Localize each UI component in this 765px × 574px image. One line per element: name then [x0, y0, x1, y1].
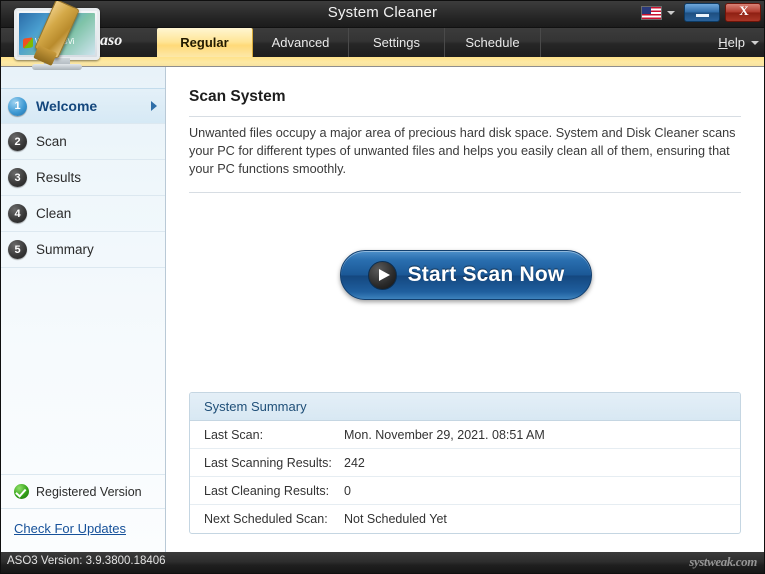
close-icon: X	[726, 3, 762, 19]
registration-status: Registered Version	[0, 474, 165, 509]
row-key: Last Scan:	[190, 428, 344, 442]
row-value: 0	[344, 484, 740, 498]
version-text: ASO3 Version: 3.9.3800.18406	[7, 555, 166, 567]
row-key: Last Cleaning Results:	[190, 484, 344, 498]
system-summary-panel: System Summary Last Scan: Mon. November …	[189, 392, 741, 534]
sidebar-item-label: Results	[36, 170, 81, 185]
step-number-badge: 5	[8, 240, 27, 259]
tab-settings[interactable]: Settings	[349, 28, 445, 57]
window-controls: X	[641, 3, 761, 22]
row-value: Not Scheduled Yet	[344, 512, 740, 526]
page-title: Scan System	[189, 88, 286, 106]
check-for-updates-link[interactable]: Check For Updates	[14, 521, 126, 536]
help-menu[interactable]: Help	[718, 28, 759, 57]
check-updates-row: Check For Updates	[0, 509, 165, 552]
tab-regular[interactable]: Regular	[157, 28, 253, 57]
tab-list: Regular Advanced Settings Schedule	[157, 28, 541, 57]
sidebar-item-label: Scan	[36, 134, 67, 149]
start-scan-button[interactable]: Start Scan Now	[340, 250, 592, 300]
minimize-button[interactable]	[684, 3, 720, 22]
scan-button-area: Start Scan Now	[167, 250, 765, 300]
accent-band	[0, 57, 765, 67]
sidebar-item-welcome[interactable]: 1 Welcome	[0, 88, 165, 124]
step-number-badge: 1	[8, 97, 27, 116]
chevron-right-icon	[151, 101, 157, 111]
watermark: systweak.com	[689, 554, 757, 570]
chevron-down-icon	[751, 41, 759, 45]
green-check-icon	[14, 484, 29, 499]
help-label: Help	[718, 28, 745, 57]
sidebar-item-label: Clean	[36, 206, 71, 221]
play-icon	[368, 261, 397, 290]
step-list: 1 Welcome 2 Scan 3 Results 4 Clean 5 Sum…	[0, 88, 165, 268]
status-bar: ASO3 Version: 3.9.3800.18406 systweak.co…	[0, 552, 765, 574]
divider-bottom	[189, 192, 741, 193]
title-bar: System Cleaner X	[0, 0, 765, 28]
registration-label: Registered Version	[36, 485, 142, 499]
sidebar-footer: Registered Version Check For Updates	[0, 474, 165, 552]
application-window: System Cleaner X Regular Advanced Settin…	[0, 0, 765, 574]
us-flag-icon[interactable]	[641, 6, 662, 20]
sidebar-item-clean[interactable]: 4 Clean	[0, 196, 165, 232]
row-value: Mon. November 29, 2021. 08:51 AM	[344, 428, 740, 442]
start-scan-label: Start Scan Now	[408, 263, 565, 287]
sidebar: 1 Welcome 2 Scan 3 Results 4 Clean 5 Sum…	[0, 66, 166, 552]
table-row: Last Cleaning Results: 0	[190, 477, 740, 505]
row-key: Last Scanning Results:	[190, 456, 344, 470]
sidebar-item-summary[interactable]: 5 Summary	[0, 232, 165, 268]
step-number-badge: 4	[8, 204, 27, 223]
sidebar-item-results[interactable]: 3 Results	[0, 160, 165, 196]
sidebar-item-label: Welcome	[36, 98, 97, 114]
row-value: 242	[344, 456, 740, 470]
page-description: Unwanted files occupy a major area of pr…	[189, 124, 743, 178]
sidebar-item-scan[interactable]: 2 Scan	[0, 124, 165, 160]
sidebar-item-label: Summary	[36, 242, 94, 257]
table-row: Next Scheduled Scan: Not Scheduled Yet	[190, 505, 740, 533]
system-summary-heading: System Summary	[190, 393, 740, 421]
language-chevron-down-icon[interactable]	[667, 11, 675, 15]
brand-wordmark: aso	[100, 32, 122, 50]
table-row: Last Scan: Mon. November 29, 2021. 08:51…	[190, 421, 740, 449]
tab-advanced[interactable]: Advanced	[253, 28, 349, 57]
divider-top	[189, 116, 741, 117]
main-content: Scan System Unwanted files occupy a majo…	[167, 66, 765, 552]
close-button[interactable]: X	[725, 3, 761, 22]
tab-schedule[interactable]: Schedule	[445, 28, 541, 57]
table-row: Last Scanning Results: 242	[190, 449, 740, 477]
row-key: Next Scheduled Scan:	[190, 512, 344, 526]
step-number-badge: 2	[8, 132, 27, 151]
step-number-badge: 3	[8, 168, 27, 187]
